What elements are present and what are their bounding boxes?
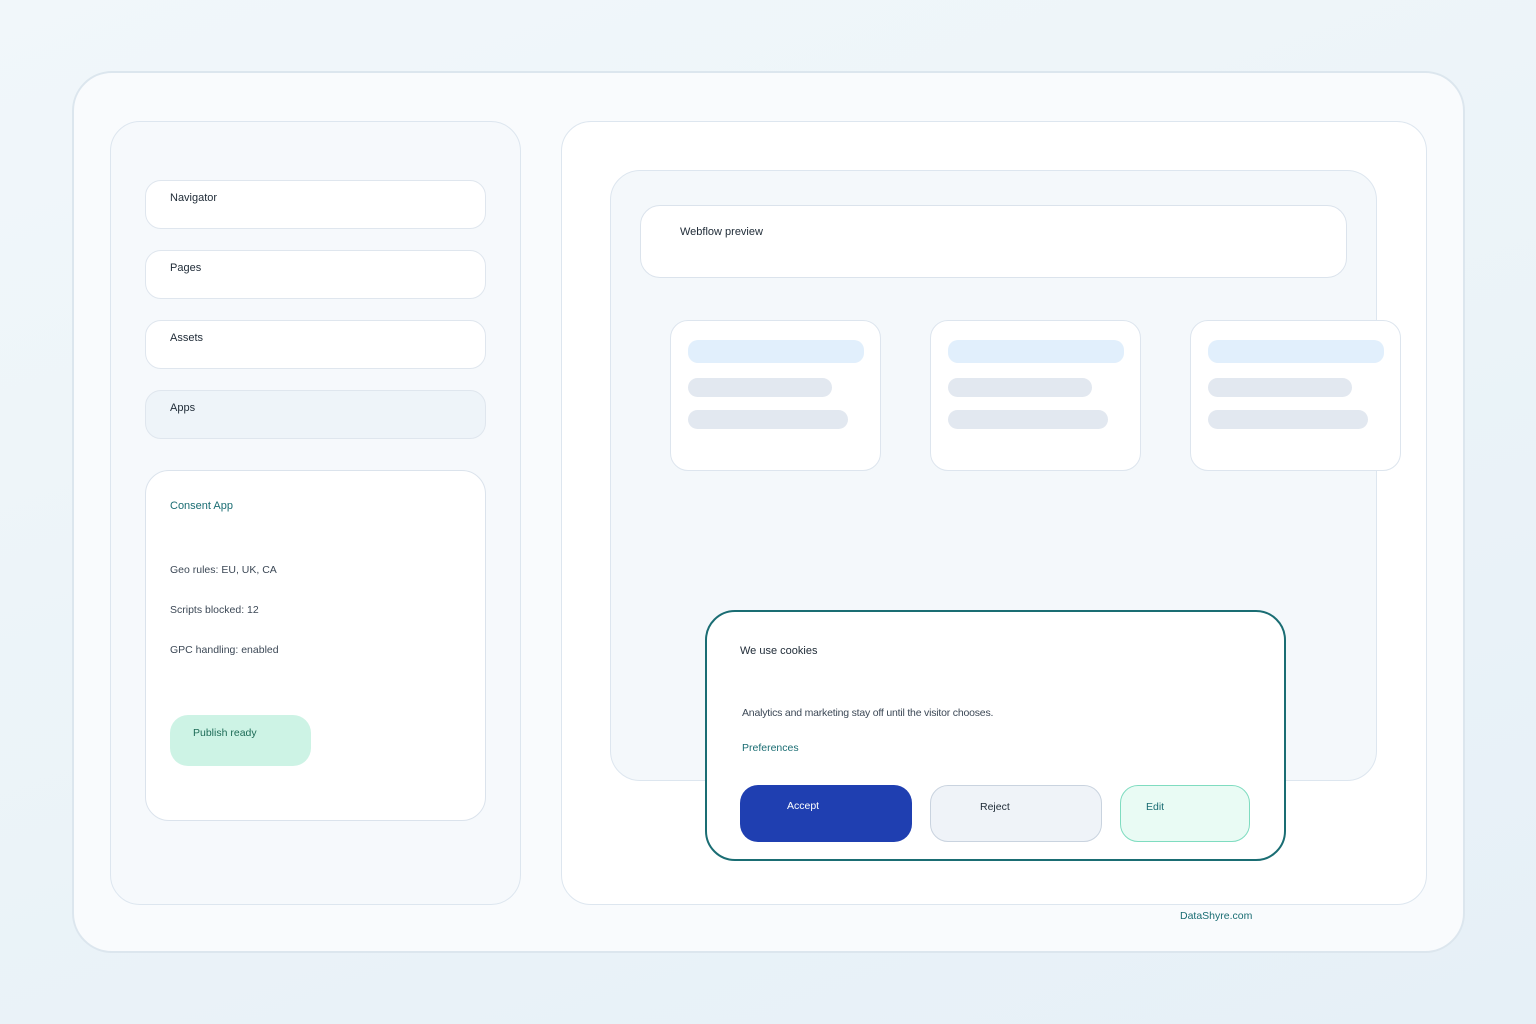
sidebar-item-label: Pages <box>170 262 202 274</box>
skeleton-bar <box>1208 340 1384 363</box>
accept-button-label: Accept <box>787 800 820 812</box>
sidebar-item-pages[interactable]: Pages <box>145 250 486 299</box>
cookie-banner-description: Analytics and marketing stay off until t… <box>742 707 994 719</box>
sidebar-item-label: Navigator <box>170 192 218 204</box>
reject-button[interactable]: Reject <box>930 785 1102 842</box>
geo-rules-text: Geo rules: EU, UK, CA <box>170 564 277 576</box>
consent-app-panel: Consent App Geo rules: EU, UK, CA Script… <box>145 470 486 821</box>
accept-button[interactable]: Accept <box>740 785 912 842</box>
placeholder-card <box>1190 320 1401 471</box>
sidebar-item-apps[interactable]: Apps <box>145 390 486 439</box>
reject-button-label: Reject <box>980 801 1010 813</box>
cookie-banner: We use cookies Analytics and marketing s… <box>705 610 1286 861</box>
sidebar-item-assets[interactable]: Assets <box>145 320 486 369</box>
edit-button-label: Edit <box>1146 801 1165 813</box>
preview-header: Webflow preview <box>640 205 1347 278</box>
skeleton-bar <box>1208 410 1368 429</box>
skeleton-bar <box>688 410 848 429</box>
skeleton-bar <box>1208 378 1352 397</box>
gpc-handling-text: GPC handling: enabled <box>170 644 279 656</box>
publish-status-label: Publish ready <box>193 727 257 739</box>
preview-title: Webflow preview <box>680 226 763 238</box>
publish-status-badge: Publish ready <box>170 715 311 766</box>
preferences-link[interactable]: Preferences <box>742 742 799 754</box>
footer-brand-link[interactable]: DataShyre.com <box>1180 910 1252 922</box>
scripts-blocked-text: Scripts blocked: 12 <box>170 604 259 616</box>
skeleton-bar <box>688 340 864 363</box>
sidebar-item-label: Assets <box>170 332 204 344</box>
sidebar-item-label: Apps <box>170 402 196 414</box>
skeleton-bar <box>948 410 1108 429</box>
skeleton-bar <box>948 340 1124 363</box>
skeleton-bar <box>948 378 1092 397</box>
placeholder-card <box>930 320 1141 471</box>
edit-button[interactable]: Edit <box>1120 785 1250 842</box>
sidebar-item-navigator[interactable]: Navigator <box>145 180 486 229</box>
consent-app-title: Consent App <box>170 500 233 512</box>
skeleton-bar <box>688 378 832 397</box>
placeholder-card <box>670 320 881 471</box>
cookie-banner-title: We use cookies <box>740 645 818 657</box>
